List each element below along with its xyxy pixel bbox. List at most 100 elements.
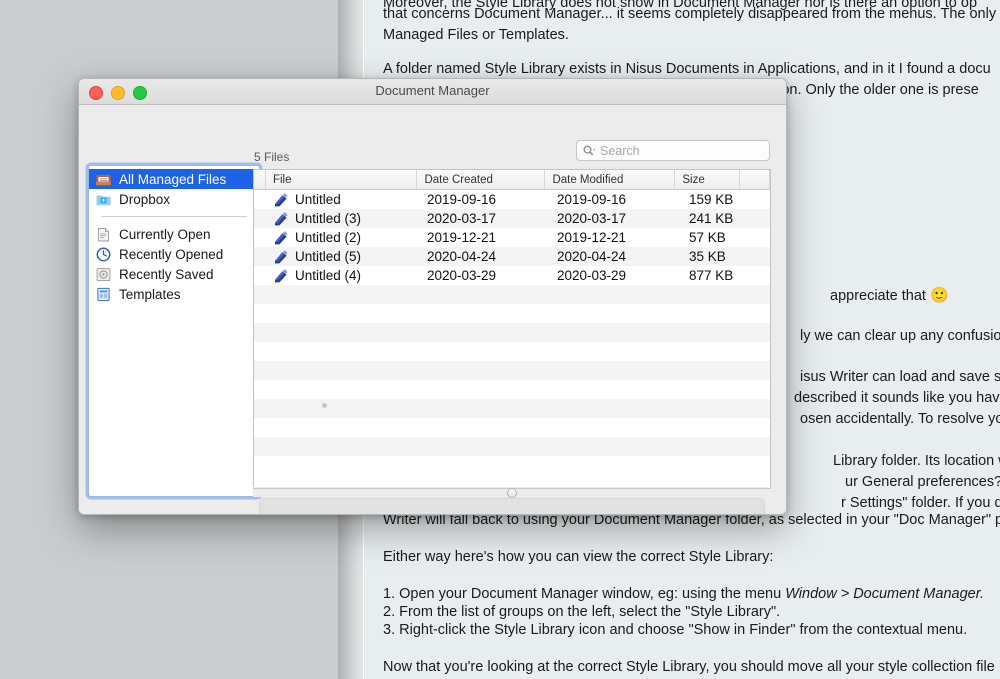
- window-title: Document Manager: [79, 83, 786, 98]
- nisus-doc-icon: [273, 192, 289, 208]
- sidebar-divider: [101, 216, 247, 217]
- row-date-modified: 2020-03-29: [550, 268, 682, 283]
- preview-pane[interactable]: [259, 498, 765, 515]
- sidebar-item-label: Recently Opened: [119, 247, 223, 262]
- row-size: 57 KB: [682, 230, 748, 245]
- row-file-cell: Untitled (3): [266, 211, 420, 227]
- document-manager-window[interactable]: Document Manager 5 Files Search All Mana…: [78, 78, 787, 515]
- row-date-created: 2020-03-29: [420, 268, 550, 283]
- sidebar-item-recently-saved[interactable]: Recently Saved: [89, 264, 259, 284]
- row-file-name: Untitled (4): [295, 268, 361, 283]
- document-line: isus Writer can load and save styl: [800, 367, 1000, 388]
- document-line: Either way here's how you can view the c…: [383, 547, 1000, 568]
- table-header-spacer: [740, 170, 770, 189]
- table-row[interactable]: Untitled (5)2020-04-242020-04-2435 KB: [254, 247, 770, 266]
- document-line: osen accidentally. To resolve your: [800, 409, 1000, 430]
- nisus-doc-icon: [273, 211, 289, 227]
- sidebar-item-templates[interactable]: Templates: [89, 284, 259, 304]
- table-header-icon-col: [254, 170, 266, 189]
- table-empty-row: [254, 437, 770, 456]
- sidebar-group-list[interactable]: All Managed Files Dropbox Currently Open R…: [88, 165, 260, 497]
- table-header-date-created[interactable]: Date Created: [417, 170, 545, 189]
- document-line: A folder named Style Library exists in N…: [383, 59, 1000, 80]
- pane-splitter[interactable]: [253, 487, 769, 497]
- table-row[interactable]: Untitled (2)2019-12-212019-12-2157 KB: [254, 228, 770, 247]
- table-body: Untitled2019-09-162019-09-16159 KBUntitl…: [254, 190, 770, 475]
- window-body: 5 Files Search All Managed Files Dropbox …: [79, 105, 786, 514]
- file-table[interactable]: File Date Created Date Modified Size Unt…: [253, 169, 771, 489]
- row-date-created: 2020-03-17: [420, 211, 550, 226]
- table-header-row: File Date Created Date Modified Size: [254, 170, 770, 190]
- row-date-created: 2019-09-16: [420, 192, 550, 207]
- table-empty-row: [254, 342, 770, 361]
- screen: Moreover, the Style Library does not sho…: [0, 0, 1000, 679]
- search-placeholder: Search: [600, 144, 640, 158]
- row-date-modified: 2020-03-17: [550, 211, 682, 226]
- sidebar-item-label: Currently Open: [119, 227, 211, 242]
- managed-files-icon: [95, 172, 112, 187]
- nisus-doc-icon: [273, 268, 289, 284]
- row-file-name: Untitled (2): [295, 230, 361, 245]
- row-size: 35 KB: [682, 249, 748, 264]
- document-line: ur General preferences? If so, the: [845, 472, 1000, 493]
- document-line: Library folder. Its location will dep: [833, 451, 1000, 472]
- window-titlebar[interactable]: Document Manager: [79, 79, 786, 105]
- table-empty-row: [254, 361, 770, 380]
- table-empty-row: [254, 285, 770, 304]
- sidebar-item-currently-open[interactable]: Currently Open: [89, 224, 259, 244]
- template-icon: [95, 287, 112, 302]
- document-icon: [95, 227, 112, 242]
- document-line: ly we can clear up any confusion a: [800, 326, 1000, 347]
- nisus-doc-icon: [273, 249, 289, 265]
- row-size: 877 KB: [682, 268, 748, 283]
- sidebar-smart-groups: Currently Open Recently Opened Recently Sa…: [89, 224, 259, 304]
- row-size: 159 KB: [682, 192, 748, 207]
- sidebar-item-dropbox[interactable]: Dropbox: [89, 189, 259, 209]
- files-count-label: 5 Files: [254, 150, 289, 164]
- document-line: Now that you're looking at the correct S…: [383, 657, 1000, 678]
- row-date-created: 2019-12-21: [420, 230, 550, 245]
- document-line: ation. Only the older one is prese: [766, 80, 1000, 101]
- sidebar-item-label: Templates: [119, 287, 181, 302]
- row-file-cell: Untitled (5): [266, 249, 420, 265]
- sidebar-primary-groups: All Managed Files Dropbox: [89, 166, 259, 209]
- row-file-cell: Untitled (2): [266, 230, 420, 246]
- sidebar-item-label: All Managed Files: [119, 172, 226, 187]
- splitter-handle[interactable]: [507, 488, 517, 498]
- dropbox-folder-icon: [95, 192, 112, 207]
- table-header-size[interactable]: Size: [675, 170, 740, 189]
- table-header-date-modified[interactable]: Date Modified: [545, 170, 675, 189]
- row-size: 241 KB: [682, 211, 748, 226]
- sidebar-item-label: Recently Saved: [119, 267, 214, 282]
- search-icon: [583, 145, 596, 156]
- sidebar-item-all-managed-files[interactable]: All Managed Files: [89, 169, 259, 189]
- table-empty-row: [254, 399, 770, 418]
- row-file-name: Untitled: [295, 192, 341, 207]
- search-input[interactable]: Search: [576, 140, 770, 161]
- nisus-doc-icon: [273, 230, 289, 246]
- row-date-modified: 2019-09-16: [550, 192, 682, 207]
- table-empty-row: [254, 418, 770, 437]
- row-date-modified: 2020-04-24: [550, 249, 682, 264]
- row-file-cell: Untitled: [266, 192, 420, 208]
- row-file-name: Untitled (3): [295, 211, 361, 226]
- row-date-created: 2020-04-24: [420, 249, 550, 264]
- document-line: Managed Files or Templates.: [383, 25, 1000, 46]
- document-line: 3. Right-click the Style Library icon an…: [383, 620, 1000, 641]
- smiley-emoji: 🙂: [930, 287, 949, 304]
- pane-resize-nub[interactable]: [322, 403, 327, 408]
- table-row[interactable]: Untitled (3)2020-03-172020-03-17241 KB: [254, 209, 770, 228]
- document-line: that concerns Document Manager... it see…: [383, 4, 1000, 25]
- table-empty-row: [254, 380, 770, 399]
- save-disk-icon: [95, 267, 112, 282]
- row-date-modified: 2019-12-21: [550, 230, 682, 245]
- clock-icon: [95, 247, 112, 262]
- table-row[interactable]: Untitled (4)2020-03-292020-03-29877 KB: [254, 266, 770, 285]
- sidebar-item-recently-opened[interactable]: Recently Opened: [89, 244, 259, 264]
- table-header-file[interactable]: File: [266, 170, 418, 189]
- document-line: appreciate that 🙂: [830, 285, 1000, 307]
- row-file-cell: Untitled (4): [266, 268, 420, 284]
- table-empty-row: [254, 304, 770, 323]
- table-row[interactable]: Untitled2019-09-162019-09-16159 KB: [254, 190, 770, 209]
- sidebar-item-label: Dropbox: [119, 192, 170, 207]
